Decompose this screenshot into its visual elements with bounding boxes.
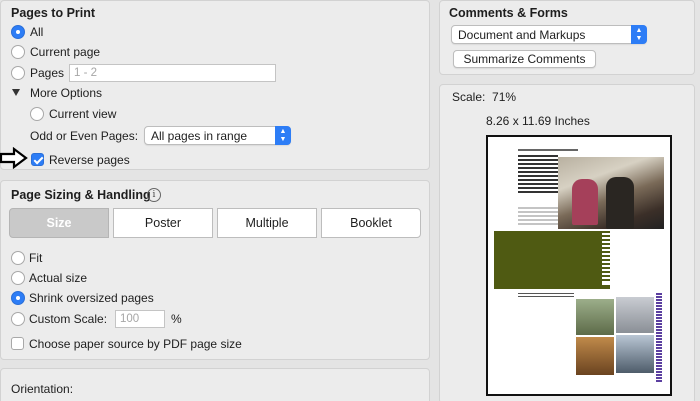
odd-even-select[interactable]: All pages in range ▲ ▼ — [144, 126, 291, 145]
print-preview — [486, 135, 672, 396]
radio-fit-label: Fit — [29, 251, 43, 265]
radio-all-label: All — [30, 25, 44, 39]
scale-label-text: Scale: — [452, 90, 486, 104]
radio-actual-size[interactable] — [11, 271, 25, 285]
custom-scale-input[interactable]: 100 — [115, 310, 165, 328]
preview-photo-grid-4 — [616, 335, 654, 373]
disclosure-triangle-icon[interactable] — [12, 89, 20, 96]
preview-photo-grid-2 — [616, 297, 654, 333]
preview-caption-lines — [518, 293, 574, 299]
preview-photo-person-a — [572, 179, 598, 225]
preview-photo-grid-1 — [576, 299, 614, 335]
preview-olive-banner — [494, 231, 602, 285]
radio-current-view[interactable] — [30, 107, 44, 121]
preview-text-block — [518, 155, 558, 195]
paper-source-checkbox[interactable] — [11, 337, 24, 350]
radio-current-page[interactable] — [11, 45, 25, 59]
comments-forms-select-value: Document and Markups — [458, 28, 586, 42]
info-icon[interactable]: i — [147, 188, 161, 202]
radio-pages-label: Pages — [30, 66, 65, 80]
preview-purple-bar — [656, 293, 662, 383]
radio-current-view-label: Current view — [49, 107, 117, 121]
radio-actual-size-label: Actual size — [29, 271, 88, 285]
preview-olive-stripes — [602, 231, 610, 281]
tab-booklet[interactable]: Booklet — [321, 208, 421, 238]
page-sizing-panel — [0, 180, 430, 360]
radio-current-page-label: Current page — [30, 45, 101, 59]
preview-white-stripes — [518, 205, 558, 227]
odd-even-label: Odd or Even Pages: — [30, 129, 139, 143]
pages-to-print-title: Pages to Print — [11, 6, 96, 20]
radio-all[interactable] — [11, 25, 25, 39]
scale-label: Scale: 71% — [452, 90, 516, 104]
arrow-pointer-icon — [0, 147, 28, 169]
comments-forms-select[interactable]: Document and Markups ▲ ▼ — [451, 25, 647, 44]
preview-photo-grid-3 — [576, 337, 614, 375]
pages-range-input[interactable]: 1 - 2 — [69, 64, 276, 82]
summarize-comments-button[interactable]: Summarize Comments — [453, 50, 596, 68]
reverse-pages-checkbox[interactable] — [31, 153, 44, 166]
tab-size[interactable]: Size — [9, 208, 109, 238]
radio-pages[interactable] — [11, 66, 25, 80]
scale-value: 71% — [492, 90, 517, 104]
page-sizing-title: Page Sizing & Handling — [11, 188, 151, 202]
preview-header-line — [518, 149, 578, 151]
tab-poster[interactable]: Poster — [113, 208, 213, 238]
select-arrows-icon: ▲ ▼ — [631, 25, 647, 44]
percent-sign: % — [171, 312, 182, 326]
orientation-title: Orientation: — [11, 382, 74, 396]
radio-fit[interactable] — [11, 251, 25, 265]
reverse-pages-label: Reverse pages — [49, 153, 130, 167]
odd-even-select-value: All pages in range — [151, 129, 248, 143]
tab-multiple[interactable]: Multiple — [217, 208, 317, 238]
select-arrows-icon: ▲ ▼ — [275, 126, 291, 145]
more-options-label[interactable]: More Options — [30, 86, 102, 100]
preview-page — [494, 143, 666, 388]
radio-shrink-oversized-label: Shrink oversized pages — [29, 291, 154, 305]
comments-forms-title: Comments & Forms — [449, 6, 568, 20]
page-size-label: 8.26 x 11.69 Inches — [486, 114, 590, 128]
radio-custom-scale[interactable] — [11, 312, 25, 326]
preview-photo-person-b — [606, 177, 634, 229]
paper-source-label: Choose paper source by PDF page size — [29, 337, 242, 351]
radio-custom-scale-label: Custom Scale: — [29, 312, 108, 326]
radio-shrink-oversized[interactable] — [11, 291, 25, 305]
preview-olive-bottom-bar — [494, 285, 610, 289]
